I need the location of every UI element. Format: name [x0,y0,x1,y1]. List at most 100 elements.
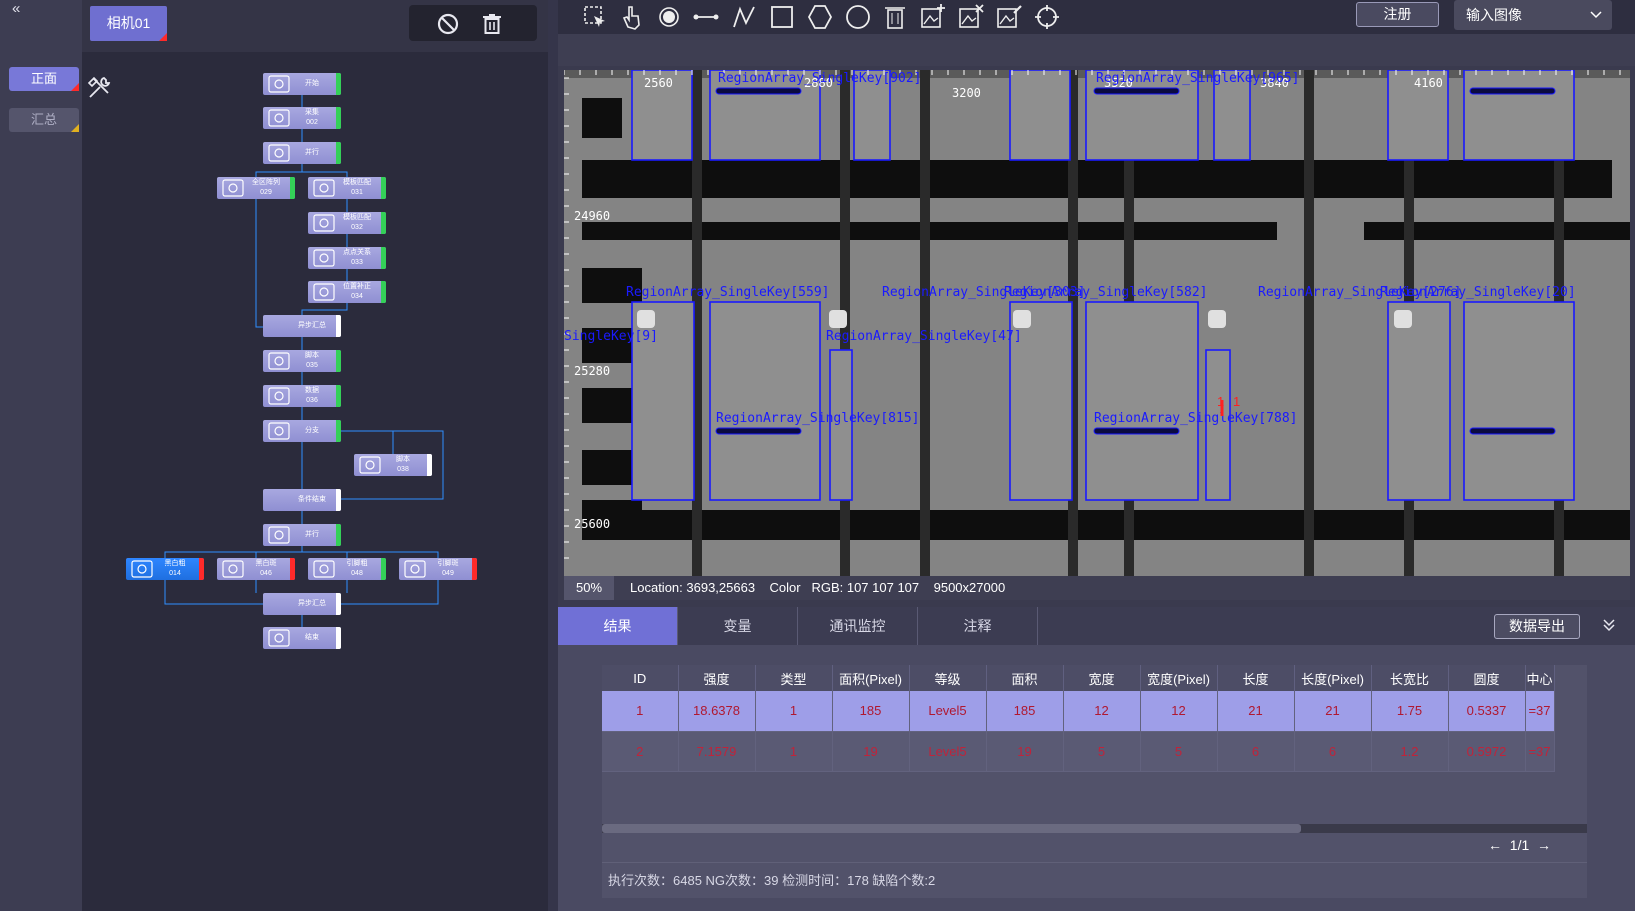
line-icon[interactable] [692,3,720,31]
flow-node-parallel2[interactable]: 并行 [263,524,341,546]
column-header[interactable]: 中心 [1525,665,1555,691]
execution-stats: 执行次数：6485 NG次数：39 检测时间：178 缺陷个数:2 [602,862,1587,898]
flow-node-acquire[interactable]: 采集 002 [263,107,341,129]
flow-node-label: 并行 [305,149,319,156]
column-header[interactable]: 宽度(Pixel) [1140,665,1218,691]
table-cell: =37 [1525,731,1555,772]
flow-node-tm032[interactable]: 模板匹配 032 [308,212,386,234]
point-icon[interactable] [655,3,683,31]
column-header[interactable]: 强度 [678,665,756,691]
flow-node-label: 开始 [305,80,319,87]
trash-icon[interactable] [481,13,503,35]
column-header[interactable]: 长宽比 [1371,665,1449,691]
location-value: 3693,25663 [686,580,756,595]
scrollbar-thumb[interactable] [602,824,1302,833]
flow-node-i048[interactable]: 引脚粗 048 [308,558,386,580]
input-image-select[interactable]: 输入图像 [1454,0,1612,30]
flow-node-async2[interactable]: 异步汇总 [263,593,341,615]
flow-node-label: 脚本 038 [396,456,410,473]
flow-node-pp033[interactable]: 点点关系 033 [308,247,386,269]
image-add-icon[interactable] [919,3,947,31]
column-header[interactable]: 面积(Pixel) [832,665,910,691]
circle-icon[interactable] [844,3,872,31]
column-header[interactable]: 圆度 [1448,665,1526,691]
column-header[interactable]: 长度 [1217,665,1295,691]
flow-node-i046[interactable]: 黑白斑 046 [217,558,295,580]
crosshair-icon[interactable] [1033,3,1061,31]
marker-bar [715,427,802,435]
column-header[interactable]: 类型 [755,665,833,691]
flow-node-tm031[interactable]: 模板匹配 031 [308,177,386,199]
rectangle-icon[interactable] [768,3,796,31]
flow-node-parallel1[interactable]: 并行 [263,142,341,164]
flow-header: 相机01 [82,0,548,52]
flow-node-label: 引脚粗 048 [346,560,368,577]
flow-node-async1[interactable]: 异步汇总 [263,315,341,337]
flow-node-script038[interactable]: 脚本 038 [354,454,432,476]
column-header[interactable]: 面积 [986,665,1064,691]
region-label: SingleKey[9] [564,329,658,344]
a-circle-icon [312,214,336,232]
delete-icon[interactable] [881,3,909,31]
polygon-icon[interactable] [806,3,834,31]
table-horizontal-scrollbar[interactable] [602,824,1587,833]
image-remove-icon[interactable] [957,3,985,31]
side-tab-front[interactable]: 正面 [9,67,79,91]
table-cell: 5 [1063,731,1141,772]
results-panel: 结果 变量 通讯监控 注释 数据导出 ID 强度 类型 面积(Pixel) 等级 面积 宽度… [558,607,1635,911]
region-label: RegionArray_SingleKey[788] [1094,411,1298,426]
flow-node-branch[interactable]: 分支 [263,420,341,442]
flow-node-script035[interactable]: 脚本 035 [263,350,341,372]
key-bump [1394,310,1412,328]
flow-node-i014[interactable]: 黑白粗 014 [126,558,204,580]
table-cell: Level5 [909,691,987,732]
flow-node-pos034[interactable]: 位置补正 034 [308,281,386,303]
image-icon [312,560,336,578]
tab-variables[interactable]: 变量 [678,607,798,645]
flow-node-start[interactable]: 开始 [263,73,341,95]
image-icon [130,560,154,578]
next-page-icon[interactable]: → [1537,837,1551,853]
disable-icon[interactable] [437,13,459,35]
tab-comm-monitor[interactable]: 通讯监控 [798,607,918,645]
table-row[interactable]: 2 7.1579 1 19 Level5 19 5 5 6 6 1.2 0.5972 =37 [602,731,1555,772]
export-data-button[interactable]: 数据导出 [1494,614,1580,639]
camera-tab[interactable]: 相机01 [90,6,167,41]
column-header[interactable]: 等级 [909,665,987,691]
flow-node-region-array[interactable]: 全区阵列 029 [217,177,295,199]
table-row[interactable]: 1 18.6378 1 185 Level5 185 12 12 21 21 1.75 0.5337 =… [602,691,1555,732]
key-bump [637,310,655,328]
node-status-stripe [381,177,386,199]
polyline-icon[interactable] [730,3,758,31]
flow-node-label: 位置补正 034 [343,283,371,300]
inspection-image-view[interactable]: 2560 2880 3200 3520 3840 4160 24960 25280 25600 R… [564,70,1630,576]
hand-icon[interactable] [618,3,646,31]
tab-results[interactable]: 结果 [558,607,678,645]
collapse-panel-button[interactable]: « [12,0,20,17]
flow-node-cond-end[interactable]: 条件结束 [263,489,341,511]
side-tab-summary[interactable]: 汇总 [9,108,79,132]
flow-node-data036[interactable]: 数据 036 [263,385,341,407]
line-icon [312,249,336,267]
flow-node-i049[interactable]: 引脚斑 049 [399,558,477,580]
right-panel: 注册 输入图像 2560 2880 3200 3520 3840 4160 24960 252… [558,0,1635,911]
image-edit-icon[interactable] [995,3,1023,31]
flow-node-label: 全区阵列 029 [252,179,280,196]
double-chevron-down-icon[interactable] [1602,618,1616,632]
table-cell: 5 [1140,731,1218,772]
register-button[interactable]: 注册 [1356,2,1439,27]
flow-node-label: 模板匹配 031 [343,179,371,196]
select-rect-icon[interactable] [581,3,609,31]
column-header[interactable]: ID [602,665,679,691]
column-header[interactable]: 宽度 [1063,665,1141,691]
column-header[interactable]: 长度(Pixel) [1294,665,1372,691]
tab-notes[interactable]: 注释 [918,607,1038,645]
flow-node-end[interactable]: 结束 [263,627,341,649]
separator [920,70,930,576]
prev-page-icon[interactable]: ← [1488,837,1502,853]
flow-node-label: 黑白粗 014 [164,560,186,577]
region-outline [709,301,821,501]
flow-node-label: 结束 [305,634,319,641]
separator [1304,70,1314,576]
image-status-bar: 50% Location: 3693,25663 Color RGB: 107 … [564,576,1630,600]
